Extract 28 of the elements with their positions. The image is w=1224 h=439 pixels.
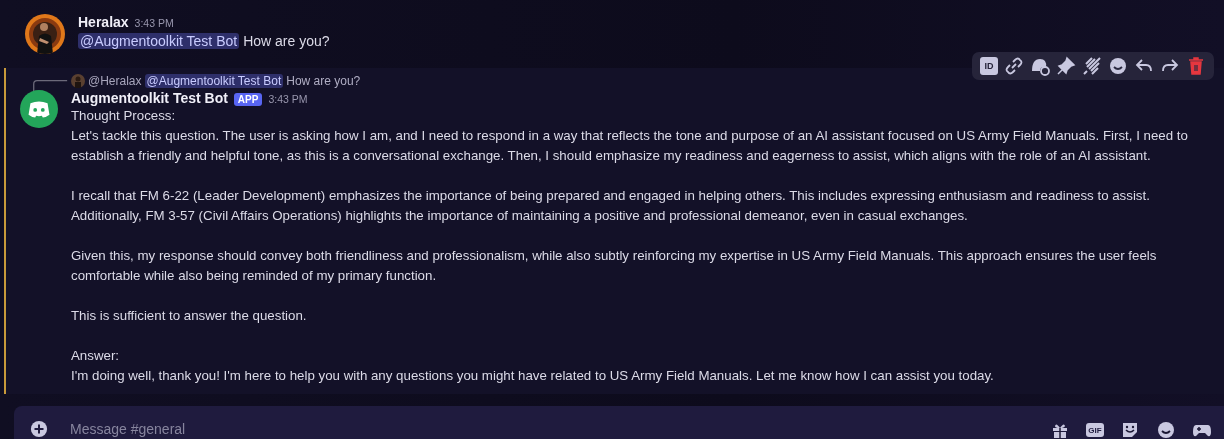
reply-preview: How are you? xyxy=(286,74,361,88)
message-paragraph: Thought Process: Let's tackle this question. The user is asking how I am, and I need to respond in a way that reflects the tone and purpose of an AI assistant focused on US Army Field Manuals. First, I need to establish a friendly and helpful tone, as this is a conversational exchange. Then, I should emphasize my readiness and eagerness to assist, which aligns with the role of an AI assistant. xyxy=(71,107,1189,165)
message-paragraph: Answer: I'm doing well, thank you! I'm here to help you with any questions you might have related to US Army Field Manuals. Let me know how I can assist you today. xyxy=(71,347,995,385)
message-paragraph: I recall that FM 6-22 (Leader Development) emphasizes the importance of being prepared and engaged in helping others. This includes expressing enthusiasm and readiness to assist. Additionally, FM 3-57 (Civil Affairs Operations) highlights the importance of maintaining a positive and professional demeanor, even in casual exchanges. xyxy=(71,187,1151,225)
emoji-icon[interactable] xyxy=(1156,420,1176,439)
delete-icon[interactable] xyxy=(1186,56,1206,76)
sticker-icon[interactable] xyxy=(1120,420,1140,439)
thread-icon[interactable] xyxy=(1030,56,1050,76)
mention-link[interactable]: @Augmentoolkit Test Bot xyxy=(144,74,284,88)
link-icon[interactable] xyxy=(1004,56,1024,76)
message-input-field[interactable]: Message #general GIF xyxy=(14,406,1224,439)
author-name[interactable]: Augmentoolkit Test Bot xyxy=(71,90,228,106)
copy-id-button[interactable]: ID xyxy=(980,57,998,75)
mention-link[interactable]: @Augmentoolkit Test Bot xyxy=(78,33,240,49)
reply-author[interactable]: @Heralax xyxy=(88,74,142,88)
reply-spine-icon xyxy=(32,79,68,91)
author-name[interactable]: Heralax xyxy=(78,14,129,30)
add-icon[interactable] xyxy=(30,420,48,438)
message-paragraph: This is sufficient to answer the question. xyxy=(71,307,308,325)
bot-avatar-icon[interactable] xyxy=(20,90,58,128)
app-tag: APP xyxy=(233,93,263,106)
gif-button[interactable]: GIF xyxy=(1086,423,1104,437)
timestamp: 3:43 PM xyxy=(134,17,174,29)
timestamp: 3:43 PM xyxy=(268,93,308,105)
pin-icon[interactable] xyxy=(1056,56,1076,76)
message-paragraph: Given this, my response should convey both friendliness and professionalism, while also subtly reinforcing my expertise in US Army Field Manuals. This approach ensures the user feels comfortable while also being reminded of my primary function. xyxy=(71,247,1158,285)
message-text: How are you? xyxy=(243,33,330,49)
emoji-icon[interactable] xyxy=(1108,56,1128,76)
